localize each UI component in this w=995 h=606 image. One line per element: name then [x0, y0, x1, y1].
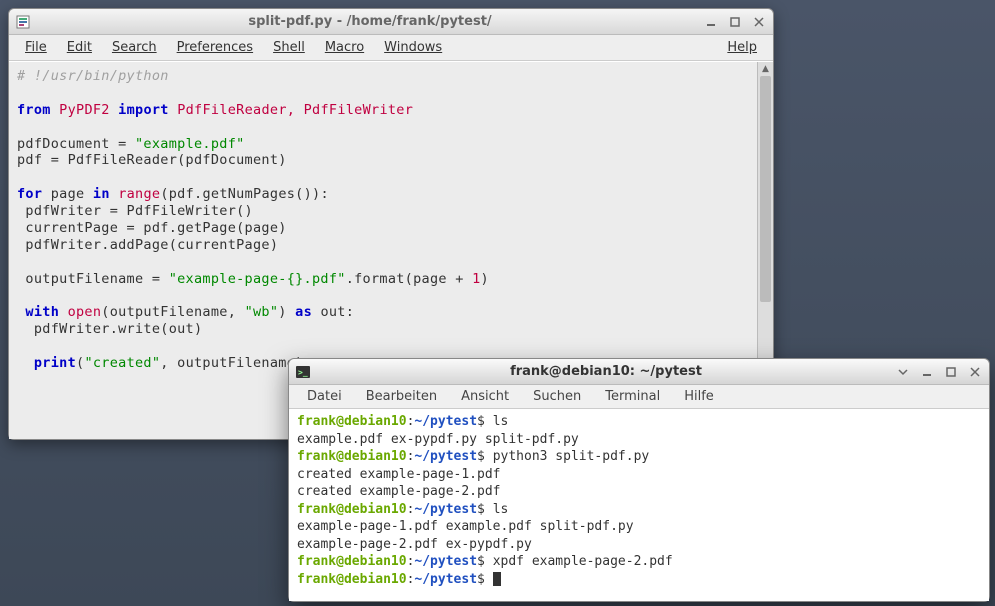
- scroll-handle[interactable]: [760, 76, 771, 302]
- menu-edit[interactable]: Edit: [57, 38, 102, 57]
- terminal-titlebar[interactable]: >_ frank@debian10: ~/pytest: [289, 359, 989, 385]
- term-line: frank@debian10:~/pytest$: [297, 571, 981, 589]
- app-icon: [15, 14, 31, 30]
- terminal-dropdown-button[interactable]: [895, 364, 911, 380]
- term-menu-ansicht[interactable]: Ansicht: [449, 387, 521, 406]
- terminal-window-controls: [895, 364, 983, 380]
- term-line: created example-page-1.pdf: [297, 466, 981, 484]
- maximize-button[interactable]: [727, 14, 743, 30]
- term-line: frank@debian10:~/pytest$ ls: [297, 501, 981, 519]
- editor-menubar: File Edit Search Preferences Shell Macro…: [9, 35, 773, 61]
- terminal-minimize-button[interactable]: [919, 364, 935, 380]
- code-comment: # !/usr/bin/python: [17, 68, 169, 84]
- term-line: frank@debian10:~/pytest$ ls: [297, 413, 981, 431]
- term-line: created example-page-2.pdf: [297, 483, 981, 501]
- terminal-maximize-button[interactable]: [943, 364, 959, 380]
- term-menu-bearbeiten[interactable]: Bearbeiten: [354, 387, 449, 406]
- menu-search[interactable]: Search: [102, 38, 167, 57]
- term-line: example.pdf ex-pypdf.py split-pdf.py: [297, 431, 981, 449]
- terminal-cursor: [493, 572, 501, 586]
- menu-help[interactable]: Help: [717, 38, 767, 57]
- scroll-up-icon[interactable]: ▲: [758, 62, 773, 76]
- close-button[interactable]: [751, 14, 767, 30]
- term-menu-terminal[interactable]: Terminal: [593, 387, 672, 406]
- term-menu-datei[interactable]: Datei: [295, 387, 354, 406]
- terminal-title: frank@debian10: ~/pytest: [510, 364, 702, 379]
- term-line: example-page-2.pdf ex-pypdf.py: [297, 536, 981, 554]
- editor-title: split-pdf.py - /home/frank/pytest/: [248, 14, 491, 29]
- window-controls: [703, 14, 767, 30]
- terminal-window: >_ frank@debian10: ~/pytest Datei Bearbe…: [288, 358, 990, 602]
- terminal-body[interactable]: frank@debian10:~/pytest$ lsexample.pdf e…: [289, 409, 989, 601]
- term-menu-hilfe[interactable]: Hilfe: [672, 387, 726, 406]
- term-line: frank@debian10:~/pytest$ python3 split-p…: [297, 448, 981, 466]
- minimize-button[interactable]: [703, 14, 719, 30]
- menu-file[interactable]: File: [15, 38, 57, 57]
- term-menu-suchen[interactable]: Suchen: [521, 387, 593, 406]
- svg-text:>_: >_: [298, 368, 308, 377]
- terminal-menubar: Datei Bearbeiten Ansicht Suchen Terminal…: [289, 385, 989, 409]
- menu-windows[interactable]: Windows: [374, 38, 452, 57]
- term-line: frank@debian10:~/pytest$ xpdf example-pa…: [297, 553, 981, 571]
- menu-preferences[interactable]: Preferences: [167, 38, 263, 57]
- menu-macro[interactable]: Macro: [315, 38, 374, 57]
- editor-titlebar[interactable]: split-pdf.py - /home/frank/pytest/: [9, 9, 773, 35]
- term-line: example-page-1.pdf example.pdf split-pdf…: [297, 518, 981, 536]
- terminal-icon: >_: [295, 364, 311, 380]
- menu-shell[interactable]: Shell: [263, 38, 315, 57]
- terminal-close-button[interactable]: [967, 364, 983, 380]
